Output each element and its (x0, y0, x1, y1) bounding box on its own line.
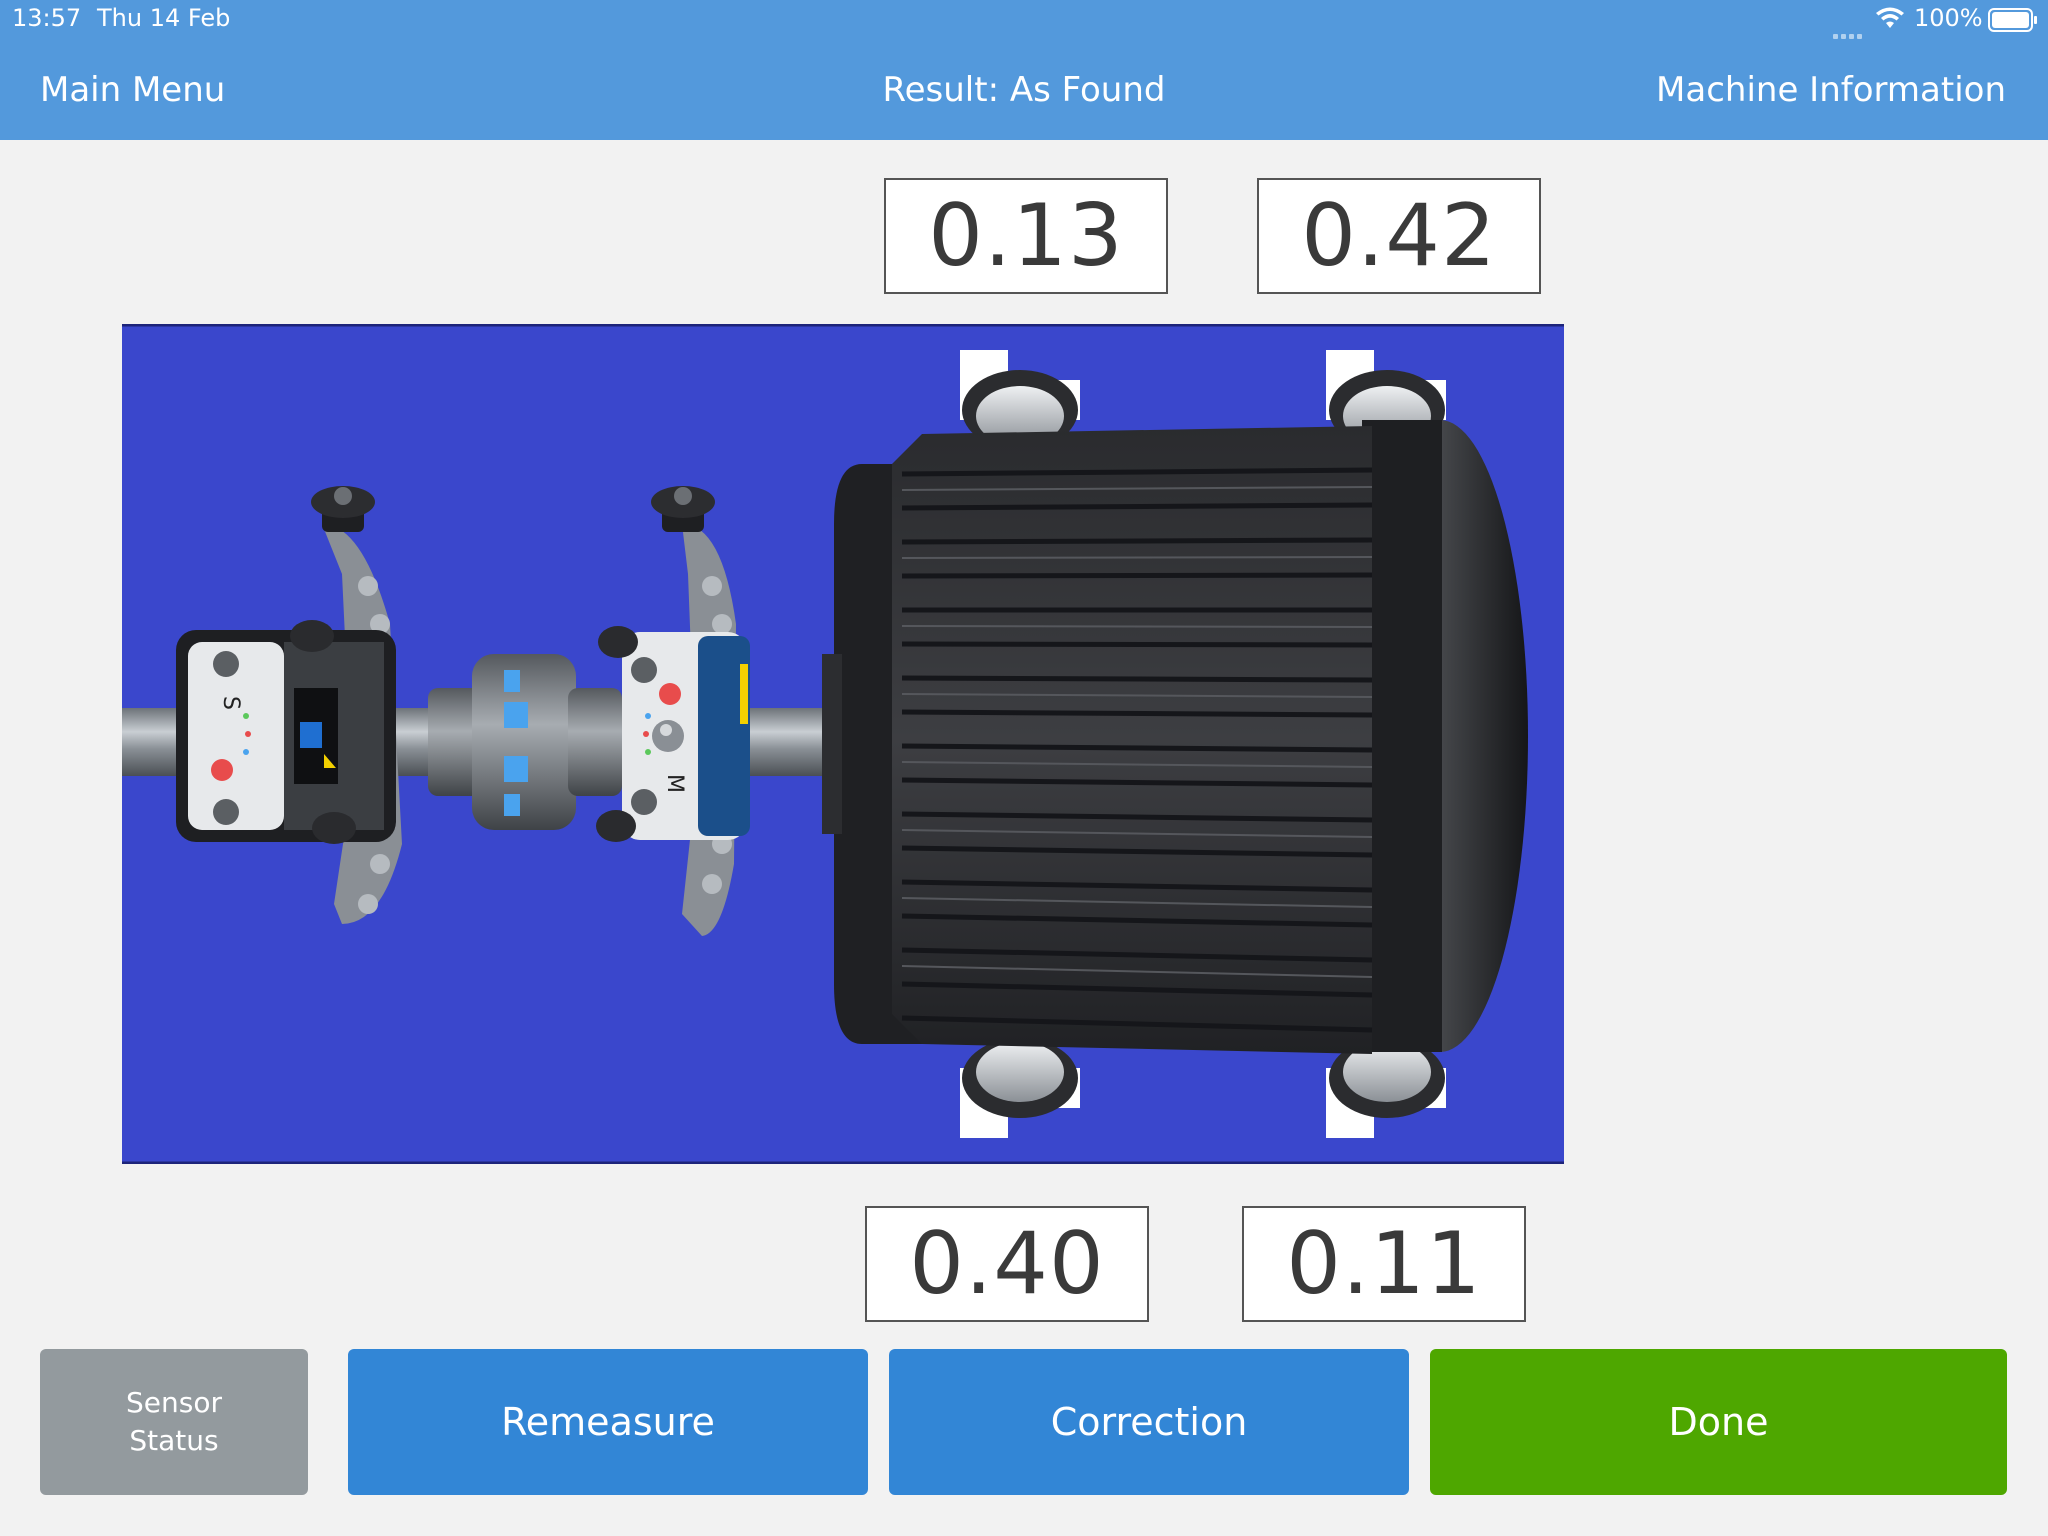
done-button[interactable]: Done (1430, 1349, 2007, 1495)
motor (822, 420, 1528, 1054)
signal-icon (1833, 24, 1867, 39)
machine-scene: S M (122, 324, 1564, 1164)
wifi-icon (1876, 7, 1904, 28)
sensor-status-label: Sensor Status (126, 1386, 222, 1457)
sensor-status-button[interactable]: Sensor Status (40, 1349, 308, 1495)
remeasure-button[interactable]: Remeasure (348, 1349, 868, 1495)
stationary-sensor-label: S (218, 696, 243, 710)
battery-percent: 100% (1914, 4, 1983, 32)
top-left-value: 0.13 (884, 178, 1168, 294)
status-date: Thu 14 Feb (97, 4, 231, 32)
top-bar: 13:57 Thu 14 Feb 100% Main Menu Result: … (0, 0, 2048, 140)
main-menu-button[interactable]: Main Menu (40, 68, 225, 112)
bottom-left-value: 0.40 (865, 1206, 1149, 1322)
done-label: Done (1668, 1400, 1769, 1444)
movable-sensor-label: M (662, 774, 687, 793)
top-right-value: 0.42 (1257, 178, 1541, 294)
remeasure-label: Remeasure (501, 1400, 715, 1444)
machine-information-button[interactable]: Machine Information (1656, 68, 2006, 112)
correction-button[interactable]: Correction (889, 1349, 1409, 1495)
status-time: 13:57 (12, 4, 82, 32)
correction-label: Correction (1050, 1400, 1248, 1444)
bottom-right-value: 0.11 (1242, 1206, 1526, 1322)
battery-icon (1988, 8, 2037, 32)
